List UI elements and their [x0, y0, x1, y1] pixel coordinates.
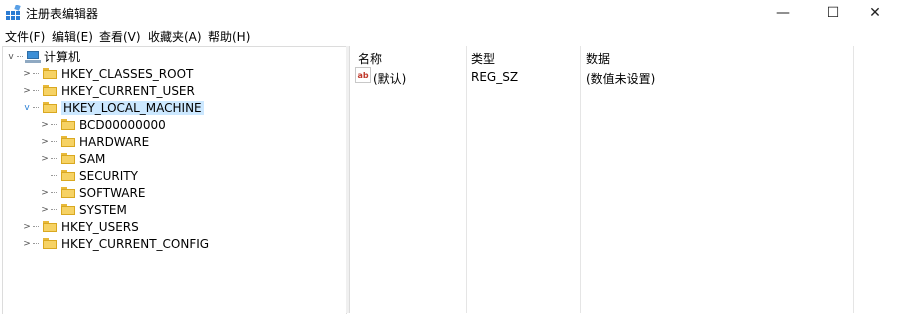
- maximize-icon: ☐: [826, 5, 840, 21]
- tree-item-label: HKEY_USERS: [61, 219, 139, 234]
- tree-item-hardware[interactable]: > HARDWARE: [39, 133, 149, 150]
- expand-chevron-icon[interactable]: >: [39, 184, 51, 201]
- values-list-pane[interactable]: 名称 类型 数据 ab (默认) REG_SZ (数值未设置): [349, 46, 898, 313]
- menu-help[interactable]: 帮助(H): [208, 28, 250, 45]
- tree-item-hkey-classes-root[interactable]: > HKEY_CLASSES_ROOT: [21, 65, 193, 82]
- tree-item-label: SECURITY: [79, 168, 138, 183]
- column-header-type[interactable]: 类型: [471, 50, 495, 67]
- minimize-icon: —: [776, 5, 790, 21]
- folder-open-icon: [43, 102, 57, 113]
- collapse-chevron-icon[interactable]: v: [21, 99, 33, 116]
- tree-item-label: BCD00000000: [79, 117, 166, 132]
- registry-editor-app-icon: [6, 5, 21, 20]
- folder-icon: [43, 221, 57, 232]
- expand-chevron-icon[interactable]: >: [39, 201, 51, 218]
- expand-chevron-icon[interactable]: >: [21, 82, 33, 99]
- tree-item-label: 计算机: [44, 50, 81, 64]
- computer-icon: [25, 50, 41, 63]
- key-tree-pane[interactable]: v 计算机 > HKEY_CLASSES_ROOT > HKEY_CURRENT…: [2, 46, 347, 314]
- expand-chevron-icon[interactable]: >: [39, 133, 51, 150]
- tree-item-sam[interactable]: > SAM: [39, 150, 105, 167]
- menu-file[interactable]: 文件(F): [5, 28, 45, 45]
- menu-favorites[interactable]: 收藏夹(A): [148, 28, 202, 45]
- column-divider[interactable]: [580, 46, 581, 313]
- close-icon: ✕: [869, 5, 881, 21]
- folder-icon: [43, 85, 57, 96]
- title-bar: 注册表编辑器 — ☐ ✕: [0, 0, 898, 26]
- menu-view[interactable]: 查看(V): [99, 28, 141, 45]
- folder-icon: [61, 153, 75, 164]
- tree-item-label: HARDWARE: [79, 134, 150, 149]
- tree-line-spacer: [39, 167, 51, 184]
- tree-item-label: HKEY_CLASSES_ROOT: [61, 66, 194, 81]
- column-divider[interactable]: [466, 46, 467, 313]
- folder-icon: [61, 170, 75, 181]
- tree-item-label: HKEY_LOCAL_MACHINE: [61, 100, 204, 115]
- tree-item-bcd00000000[interactable]: > BCD00000000: [39, 116, 166, 133]
- window-title: 注册表编辑器: [26, 7, 99, 21]
- folder-icon: [61, 187, 75, 198]
- tree-item-label: SAM: [79, 151, 106, 166]
- tree-root-computer[interactable]: v 计算机: [5, 48, 80, 65]
- folder-icon: [43, 68, 57, 79]
- tree-item-label: HKEY_CURRENT_CONFIG: [61, 236, 210, 251]
- menu-bar: 文件(F) 编辑(E) 查看(V) 收藏夹(A) 帮助(H): [0, 26, 898, 45]
- tree-item-hkey-local-machine[interactable]: v HKEY_LOCAL_MACHINE: [21, 99, 204, 116]
- tree-item-hkey-current-user[interactable]: > HKEY_CURRENT_USER: [21, 82, 195, 99]
- collapse-chevron-icon[interactable]: v: [5, 48, 17, 65]
- close-button[interactable]: ✕: [852, 0, 898, 26]
- tree-item-hkey-current-config[interactable]: > HKEY_CURRENT_CONFIG: [21, 235, 209, 252]
- expand-chevron-icon[interactable]: >: [21, 235, 33, 252]
- column-header-name[interactable]: 名称: [358, 50, 382, 67]
- menu-edit[interactable]: 编辑(E): [52, 28, 93, 45]
- string-value-icon: ab: [355, 67, 371, 83]
- column-header-data[interactable]: 数据: [586, 50, 610, 67]
- column-divider[interactable]: [853, 46, 854, 313]
- maximize-button[interactable]: ☐: [810, 0, 856, 26]
- tree-item-software[interactable]: > SOFTWARE: [39, 184, 145, 201]
- minimize-button[interactable]: —: [760, 0, 806, 26]
- folder-icon: [61, 119, 75, 130]
- expand-chevron-icon[interactable]: >: [39, 150, 51, 167]
- value-data: (数值未设置): [586, 72, 656, 86]
- tree-item-hkey-users[interactable]: > HKEY_USERS: [21, 218, 139, 235]
- tree-item-security[interactable]: SECURITY: [39, 167, 138, 184]
- folder-icon: [43, 238, 57, 249]
- folder-icon: [61, 136, 75, 147]
- tree-item-label: SOFTWARE: [79, 185, 146, 200]
- tree-item-label: HKEY_CURRENT_USER: [61, 83, 195, 98]
- value-name: (默认): [373, 72, 407, 86]
- folder-icon: [61, 204, 75, 215]
- expand-chevron-icon[interactable]: >: [21, 218, 33, 235]
- expand-chevron-icon[interactable]: >: [21, 65, 33, 82]
- tree-item-label: SYSTEM: [79, 202, 127, 217]
- value-type: REG_SZ: [471, 70, 519, 84]
- expand-chevron-icon[interactable]: >: [39, 116, 51, 133]
- tree-item-system[interactable]: > SYSTEM: [39, 201, 127, 218]
